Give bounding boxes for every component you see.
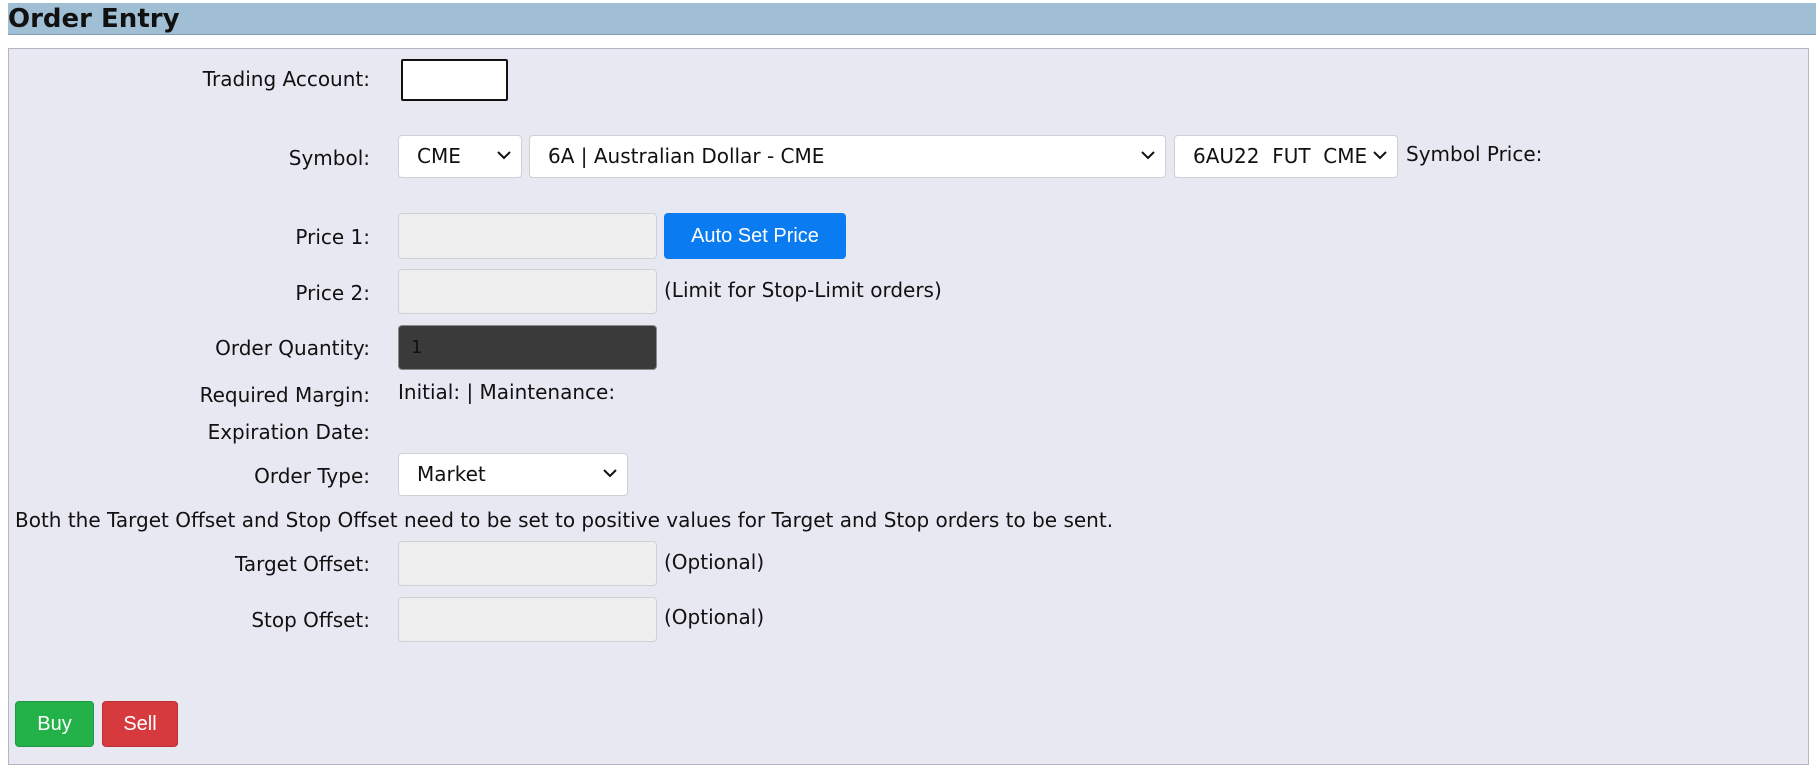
auto-set-price-button[interactable]: Auto Set Price xyxy=(664,213,846,259)
sell-button[interactable]: Sell xyxy=(102,701,178,747)
required-margin-value: Initial: | Maintenance: xyxy=(398,380,616,404)
product-select-value: 6A | Australian Dollar - CME xyxy=(548,144,825,168)
price1-label: Price 1: xyxy=(295,225,370,249)
price2-note: (Limit for Stop-Limit orders) xyxy=(664,278,942,302)
order-type-label: Order Type: xyxy=(254,464,370,488)
buy-button[interactable]: Buy xyxy=(15,701,94,747)
chevron-down-icon xyxy=(1373,151,1387,160)
target-offset-note: (Optional) xyxy=(664,550,765,574)
stop-offset-input[interactable] xyxy=(398,597,657,642)
product-select[interactable]: 6A | Australian Dollar - CME xyxy=(529,135,1166,178)
trading-account-label: Trading Account: xyxy=(202,67,370,91)
exchange-select-value: CME xyxy=(417,144,461,168)
price1-input[interactable] xyxy=(398,213,657,259)
required-margin-label: Required Margin: xyxy=(199,383,370,407)
target-offset-label: Target Offset: xyxy=(234,552,370,576)
page-title: Order Entry xyxy=(8,4,180,34)
order-type-select[interactable]: Market xyxy=(398,453,628,496)
symbol-label: Symbol: xyxy=(288,146,370,170)
exchange-select[interactable]: CME xyxy=(398,135,522,178)
order-type-select-value: Market xyxy=(417,462,486,486)
chevron-down-icon xyxy=(1141,151,1155,160)
contract-select[interactable]: 6AU22 FUT CME xyxy=(1174,135,1398,178)
price2-label: Price 2: xyxy=(295,281,370,305)
expiration-date-label: Expiration Date: xyxy=(207,420,370,444)
target-offset-input[interactable] xyxy=(398,541,657,586)
price2-input[interactable] xyxy=(398,269,657,314)
order-quantity-input[interactable] xyxy=(398,325,657,370)
order-quantity-label: Order Quantity: xyxy=(215,336,370,360)
contract-select-value: 6AU22 FUT CME xyxy=(1193,144,1368,168)
chevron-down-icon xyxy=(603,469,617,478)
header-bar: Order Entry xyxy=(8,3,1816,35)
chevron-down-icon xyxy=(497,151,511,160)
offset-notice: Both the Target Offset and Stop Offset n… xyxy=(15,508,1114,532)
stop-offset-note: (Optional) xyxy=(664,605,765,629)
trading-account-input[interactable] xyxy=(401,59,508,101)
symbol-price-label: Symbol Price: xyxy=(1406,142,1543,166)
stop-offset-label: Stop Offset: xyxy=(251,608,370,632)
